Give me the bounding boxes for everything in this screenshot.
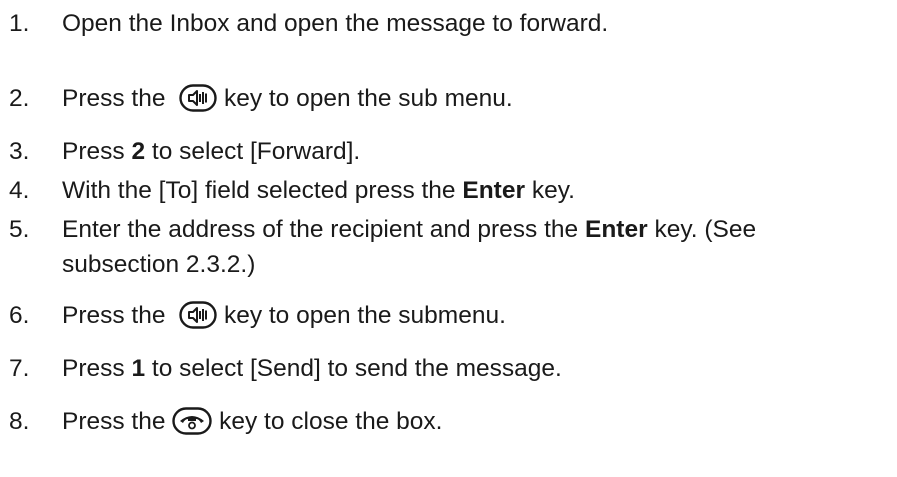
end-call-key-icon xyxy=(172,406,213,436)
key-name: Enter xyxy=(585,216,648,243)
step-5: 5. Enter the address of the recipient an… xyxy=(0,212,897,282)
step-number: 8. xyxy=(9,408,30,435)
step-number: 5. xyxy=(9,216,30,243)
step-text: Press the key to open the sub menu. xyxy=(62,83,513,112)
key-name: Enter xyxy=(462,177,526,204)
step-number: 6. xyxy=(9,302,30,329)
step-text: Press the key to close the box. xyxy=(62,404,891,439)
step-text: Open the Inbox and open the message to f… xyxy=(62,10,609,37)
step-number: 4. xyxy=(9,177,30,204)
step-number: 7. xyxy=(9,355,30,382)
step-number: 1. xyxy=(9,10,30,37)
key-name: 2 xyxy=(131,138,146,165)
key-name: 1 xyxy=(131,355,146,382)
step-text: With the [To] field selected press the E… xyxy=(62,177,575,204)
step-text: Enter the address of the recipient and p… xyxy=(62,216,757,278)
step-text: Press 2 to select [Forward]. xyxy=(62,138,361,165)
step-text: Press 1 to select [Send] to send the mes… xyxy=(62,355,562,382)
speaker-key-icon xyxy=(179,300,217,329)
speaker-key-icon xyxy=(179,83,217,112)
step-text: Press the key to open the submenu. xyxy=(62,300,506,329)
step-number: 2. xyxy=(9,85,30,112)
step-number: 3. xyxy=(9,138,30,165)
